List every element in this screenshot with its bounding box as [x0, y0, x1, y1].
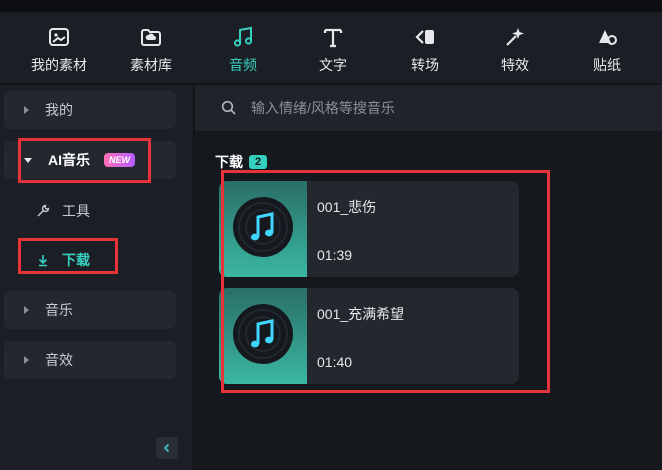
tab-effects[interactable]: 特效: [475, 12, 555, 84]
tab-label: 特效: [501, 57, 529, 73]
title-strip: [0, 0, 662, 12]
sidebar-item-label: 音效: [45, 352, 73, 368]
stock-library-icon: [138, 24, 164, 50]
tab-text[interactable]: 文字: [293, 12, 373, 84]
tab-stock-library[interactable]: 素材库: [111, 12, 191, 84]
search-icon: [221, 100, 236, 115]
tab-transitions[interactable]: 转场: [385, 12, 465, 84]
music-note-icon: [230, 24, 256, 50]
sidebar-item-tools[interactable]: 工具: [36, 201, 90, 221]
sidebar-item-sfx[interactable]: 音效: [4, 341, 176, 379]
chevron-left-icon: [163, 443, 170, 453]
sidebar-item-label: 音乐: [45, 302, 73, 318]
search-input[interactable]: 输入情绪/风格等搜音乐: [251, 98, 395, 118]
media-toolbar: 我的素材 素材库 音频 文字 转场 特效 贴纸: [0, 12, 662, 84]
tab-label: 文字: [319, 57, 347, 73]
collapse-sidebar-button[interactable]: [156, 437, 178, 459]
tab-label: 我的素材: [31, 57, 87, 73]
highlight-box-tracks: [221, 170, 550, 393]
sticker-icon: [594, 24, 620, 50]
sidebar-item-mine[interactable]: 我的: [4, 91, 176, 129]
text-icon: [320, 24, 346, 50]
highlight-box-ai-music: [18, 138, 151, 183]
tab-label: 素材库: [130, 57, 172, 73]
my-media-icon: [46, 24, 72, 50]
search-bar[interactable]: 输入情绪/风格等搜音乐: [195, 85, 662, 131]
caret-right-icon: [24, 356, 29, 364]
sidebar-item-label: 工具: [62, 203, 90, 219]
sidebar-item-music[interactable]: 音乐: [4, 291, 176, 329]
tab-label: 贴纸: [593, 57, 621, 73]
tab-label: 转场: [411, 57, 439, 73]
caret-right-icon: [24, 306, 29, 314]
tab-my-media[interactable]: 我的素材: [19, 12, 99, 84]
tab-label: 音频: [229, 57, 257, 73]
tab-stickers[interactable]: 贴纸: [567, 12, 647, 84]
section-title: 下载: [215, 154, 243, 170]
count-badge: 2: [249, 155, 267, 169]
effects-icon: [502, 24, 528, 50]
sidebar-item-label: 我的: [45, 102, 73, 118]
highlight-box-download: [18, 238, 118, 274]
transition-icon: [412, 24, 438, 50]
tab-audio[interactable]: 音频: [203, 12, 283, 84]
wrench-icon: [36, 204, 50, 218]
caret-right-icon: [24, 106, 29, 114]
section-header: 下载 2: [215, 152, 267, 172]
